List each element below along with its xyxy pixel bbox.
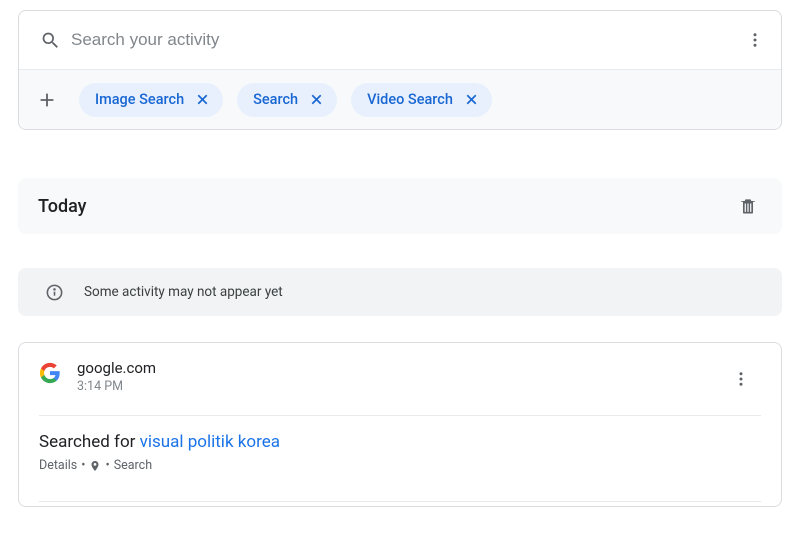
- chip-label: Video Search: [367, 91, 453, 108]
- add-filter-button[interactable]: [29, 82, 65, 118]
- close-icon[interactable]: [461, 89, 482, 110]
- entry-meta: Details • • Search: [39, 458, 761, 473]
- activity-entry: google.com 3:14 PM Searched for visual p…: [18, 342, 782, 507]
- delete-day-button[interactable]: [728, 186, 768, 226]
- dot-separator: •: [105, 458, 109, 473]
- section-title: Today: [38, 196, 87, 217]
- filter-chip-search[interactable]: Search: [237, 83, 337, 117]
- filter-chip-video-search[interactable]: Video Search: [351, 83, 492, 117]
- close-icon[interactable]: [192, 89, 213, 110]
- entry-title: Searched for visual politik korea: [39, 432, 761, 452]
- entry-header-text: google.com 3:14 PM: [77, 359, 705, 394]
- entry-query-link[interactable]: visual politik korea: [140, 432, 280, 452]
- entry-header: google.com 3:14 PM: [39, 359, 761, 399]
- entry-prefix: Searched for: [39, 432, 140, 452]
- chip-label: Image Search: [95, 91, 184, 108]
- google-logo-icon: [39, 362, 61, 384]
- close-icon[interactable]: [306, 89, 327, 110]
- location-pin-icon[interactable]: [89, 460, 101, 472]
- search-row: [19, 11, 781, 69]
- filter-chip-image-search[interactable]: Image Search: [79, 83, 223, 117]
- details-link[interactable]: Details: [39, 458, 77, 473]
- divider: [39, 501, 761, 502]
- entry-domain[interactable]: google.com: [77, 359, 705, 377]
- notice-text: Some activity may not appear yet: [84, 284, 283, 300]
- info-icon: [32, 272, 76, 312]
- activity-notice: Some activity may not appear yet: [18, 268, 782, 316]
- chip-label: Search: [253, 91, 298, 108]
- more-options-button[interactable]: [735, 20, 775, 60]
- search-input[interactable]: [71, 30, 735, 50]
- filter-chips-row: Image Search Search Video Search: [19, 69, 781, 129]
- search-icon: [29, 30, 71, 51]
- search-card: Image Search Search Video Search: [18, 10, 782, 130]
- entry-more-button[interactable]: [721, 359, 761, 399]
- day-section-header: Today: [18, 178, 782, 234]
- entry-time: 3:14 PM: [77, 379, 705, 394]
- entry-category: Search: [114, 458, 152, 473]
- dot-separator: •: [81, 458, 85, 473]
- entry-body: Searched for visual politik korea Detail…: [39, 416, 761, 485]
